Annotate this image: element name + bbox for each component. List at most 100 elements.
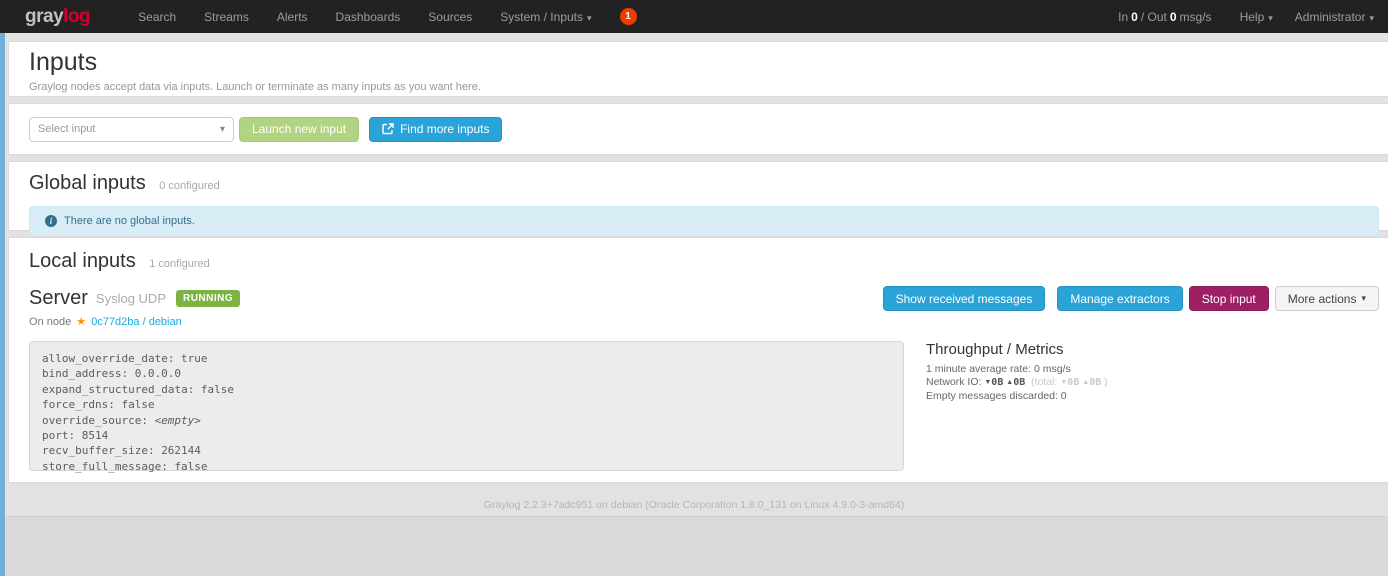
- input-attribute: recv_buffer_size: 262144: [42, 443, 891, 458]
- attr-value: 262144: [161, 444, 201, 457]
- help-label: Help: [1240, 10, 1265, 24]
- input-attribute: store_full_message: false: [42, 459, 891, 474]
- input-body: allow_override_date: true bind_address: 0.…: [29, 341, 1379, 471]
- input-attribute: expand_structured_data: false: [42, 382, 891, 397]
- local-inputs-title: Local inputs: [29, 250, 136, 272]
- stop-input-button[interactable]: Stop input: [1189, 286, 1269, 311]
- input-attribute: bind_address: 0.0.0.0: [42, 366, 891, 381]
- attr-value: true: [181, 352, 208, 365]
- network-io-label: Network IO:: [926, 376, 981, 388]
- star-icon: ★: [76, 316, 86, 328]
- node-link[interactable]: 0c77d2ba / debian: [91, 316, 182, 328]
- attr-key: bind_address:: [42, 367, 128, 380]
- metric-discarded-line: Empty messages discarded: 0: [926, 390, 1108, 402]
- status-badge: RUNNING: [176, 290, 240, 307]
- network-total-down-value: 0B: [1067, 377, 1079, 388]
- attr-key: override_source:: [42, 414, 148, 427]
- more-actions-label: More actions: [1288, 292, 1357, 306]
- chevron-down-icon: ▾: [220, 124, 225, 135]
- attr-value: false: [174, 460, 207, 473]
- input-attribute: force_rdns: false: [42, 397, 891, 412]
- local-inputs-section: Local inputs 1 configured Server Syslog …: [8, 237, 1388, 483]
- throughput-unit: msg/s: [1180, 10, 1212, 24]
- navbar-right: In0/ Out0msg/s Help▾ Administrator▾: [1118, 10, 1374, 24]
- in-label: In: [1118, 10, 1128, 24]
- input-attributes-well: allow_override_date: true bind_address: 0.…: [29, 341, 904, 471]
- global-inputs-title: Global inputs: [29, 172, 146, 194]
- no-global-inputs-message: There are no global inputs.: [64, 215, 195, 227]
- attr-key: allow_override_date:: [42, 352, 174, 365]
- more-actions-button[interactable]: More actions ▾: [1275, 286, 1379, 311]
- page-header-row: Inputs Graylog nodes accept data via inp…: [8, 41, 1388, 97]
- input-header: Server Syslog UDP RUNNING Show received …: [29, 286, 1379, 311]
- logo-text-log: log: [63, 6, 90, 27]
- nav-item-streams[interactable]: Streams: [190, 10, 263, 24]
- logo-text-gray: gray: [25, 6, 63, 27]
- info-icon: i: [45, 215, 57, 227]
- top-navbar: graylog Search Streams Alerts Dashboards…: [0, 0, 1388, 33]
- total-close: ): [1104, 376, 1108, 388]
- attr-value: 8514: [82, 429, 109, 442]
- launch-new-input-button[interactable]: Launch new input: [239, 117, 359, 142]
- attr-key: store_full_message:: [42, 460, 168, 473]
- main-navigation: Search Streams Alerts Dashboards Sources…: [124, 8, 636, 25]
- network-down-value: 0B: [991, 377, 1003, 388]
- chevron-down-icon: ▾: [587, 13, 592, 23]
- metric-rate-line: 1 minute average rate: 0 msg/s: [926, 363, 1108, 375]
- user-label: Administrator: [1295, 10, 1366, 24]
- input-action-buttons: Show received messages Manage extractors…: [883, 286, 1379, 311]
- input-type-select[interactable]: Select input ▾: [29, 117, 234, 142]
- find-more-inputs-button[interactable]: Find more inputs: [369, 117, 502, 142]
- attr-value: 0.0.0.0: [135, 367, 181, 380]
- attr-key: force_rdns:: [42, 398, 115, 411]
- help-menu[interactable]: Help▾: [1240, 10, 1273, 24]
- footer-version-text: Graylog 2.2.3+7adc951 on debian (Oracle …: [484, 499, 905, 511]
- total-open: (total:: [1031, 376, 1057, 388]
- manage-extractors-button[interactable]: Manage extractors: [1057, 286, 1182, 311]
- global-inputs-section: Global inputs 0 configured i There are n…: [8, 161, 1388, 231]
- footer: Graylog 2.2.3+7adc951 on debian (Oracle …: [0, 483, 1388, 517]
- network-up-value: 0B: [1013, 377, 1025, 388]
- metrics-title: Throughput / Metrics: [926, 341, 1108, 358]
- input-launcher-row: Select input ▾ Launch new input Find mor…: [8, 103, 1388, 155]
- select-placeholder: Select input: [38, 123, 220, 135]
- out-value: 0: [1167, 10, 1180, 24]
- throughput-indicator[interactable]: In0/ Out0msg/s: [1118, 10, 1211, 24]
- attr-value: false: [201, 383, 234, 396]
- attr-key: recv_buffer_size:: [42, 444, 155, 457]
- external-link-icon: [382, 123, 394, 135]
- nav-item-sources[interactable]: Sources: [414, 10, 486, 24]
- local-inputs-count: 1 configured: [149, 258, 210, 270]
- attr-key: port:: [42, 429, 75, 442]
- page-title: Inputs: [29, 49, 1379, 77]
- find-more-inputs-label: Find more inputs: [400, 122, 489, 136]
- in-value: 0: [1128, 10, 1141, 24]
- input-attribute: override_source: <empty>: [42, 413, 891, 428]
- nav-item-system-inputs[interactable]: System / Inputs ▾: [486, 10, 605, 24]
- metric-network-line: Network IO: ▼0B ▲0B (total: ▼0B ▲0B ): [926, 376, 1108, 389]
- chevron-down-icon: ▾: [1268, 13, 1273, 23]
- input-type: Syslog UDP: [96, 291, 166, 306]
- input-attribute: allow_override_date: true: [42, 351, 891, 366]
- input-name: Server: [29, 287, 88, 310]
- nav-item-dashboards[interactable]: Dashboards: [322, 10, 415, 24]
- nav-item-search[interactable]: Search: [124, 10, 190, 24]
- network-total-up-value: 0B: [1089, 377, 1101, 388]
- show-received-messages-button[interactable]: Show received messages: [883, 286, 1046, 311]
- chevron-down-icon: ▾: [1361, 293, 1366, 304]
- user-menu[interactable]: Administrator▾: [1295, 10, 1374, 24]
- chevron-down-icon: ▾: [1369, 13, 1374, 23]
- out-label: / Out: [1141, 10, 1167, 24]
- attr-value: <empty>: [155, 414, 201, 427]
- nav-item-alerts[interactable]: Alerts: [263, 10, 322, 24]
- system-inputs-label: System / Inputs: [500, 10, 583, 24]
- attr-key: expand_structured_data:: [42, 383, 194, 396]
- graylog-logo[interactable]: graylog: [25, 6, 90, 28]
- page-description: Graylog nodes accept data via inputs. La…: [29, 81, 1379, 93]
- attr-value: false: [121, 398, 154, 411]
- node-prefix: On node: [29, 316, 71, 328]
- notification-badge[interactable]: 1: [620, 8, 637, 25]
- throughput-metrics: Throughput / Metrics 1 minute average ra…: [926, 341, 1108, 471]
- input-attribute: port: 8514: [42, 428, 891, 443]
- left-scroll-strip[interactable]: [0, 33, 5, 576]
